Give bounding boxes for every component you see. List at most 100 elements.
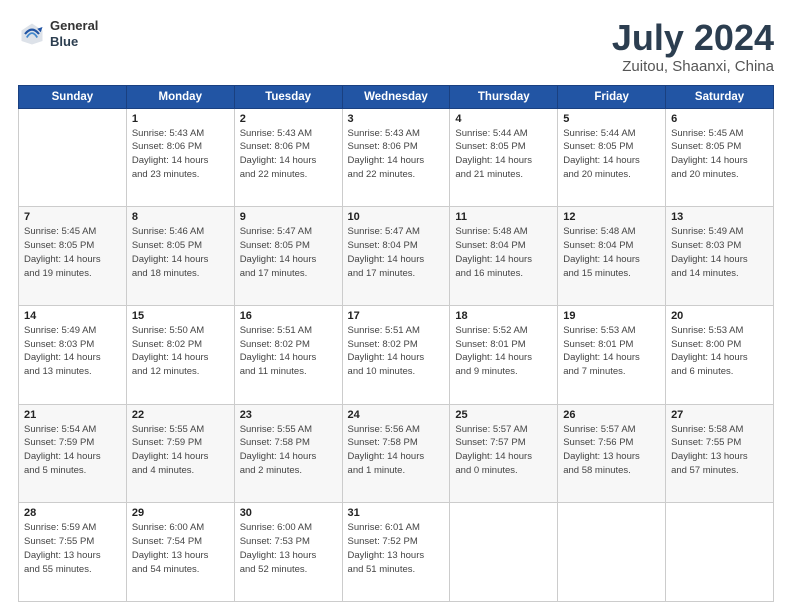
cell-info: Sunrise: 5:50 AM Sunset: 8:02 PM Dayligh… bbox=[132, 324, 229, 379]
calendar-cell: 13 Sunrise: 5:49 AM Sunset: 8:03 PM Dayli… bbox=[666, 207, 774, 306]
day-number: 23 bbox=[240, 409, 337, 421]
cell-info: Sunrise: 5:49 AM Sunset: 8:03 PM Dayligh… bbox=[671, 225, 768, 280]
calendar-cell: 20 Sunrise: 5:53 AM Sunset: 8:00 PM Dayli… bbox=[666, 305, 774, 404]
weekday-header-monday: Monday bbox=[126, 85, 234, 108]
day-number: 2 bbox=[240, 113, 337, 125]
calendar-cell: 18Sunrise: 5:52 AM Sunset: 8:01 PM Dayli… bbox=[450, 305, 558, 404]
day-number: 13 bbox=[671, 211, 768, 223]
cell-info: Sunrise: 5:46 AM Sunset: 8:05 PM Dayligh… bbox=[132, 225, 229, 280]
day-number: 30 bbox=[240, 507, 337, 519]
day-number: 9 bbox=[240, 211, 337, 223]
calendar-cell: 21Sunrise: 5:54 AM Sunset: 7:59 PM Dayli… bbox=[19, 404, 127, 503]
cell-info: Sunrise: 5:53 AM Sunset: 8:01 PM Dayligh… bbox=[563, 324, 660, 379]
day-number: 18 bbox=[455, 310, 552, 322]
cell-info: Sunrise: 5:45 AM Sunset: 8:05 PM Dayligh… bbox=[24, 225, 121, 280]
calendar-cell: 14Sunrise: 5:49 AM Sunset: 8:03 PM Dayli… bbox=[19, 305, 127, 404]
cell-info: Sunrise: 5:47 AM Sunset: 8:05 PM Dayligh… bbox=[240, 225, 337, 280]
calendar-cell: 19 Sunrise: 5:53 AM Sunset: 8:01 PM Dayli… bbox=[558, 305, 666, 404]
cell-info: Sunrise: 5:51 AM Sunset: 8:02 PM Dayligh… bbox=[348, 324, 445, 379]
calendar-page: General Blue July 2024 Zuitou, Shaanxi, … bbox=[0, 0, 792, 612]
day-number: 25 bbox=[455, 409, 552, 421]
calendar-cell: 24 Sunrise: 5:56 AM Sunset: 7:58 PM Dayli… bbox=[342, 404, 450, 503]
header: General Blue July 2024 Zuitou, Shaanxi, … bbox=[18, 18, 774, 75]
logo-line1: General bbox=[50, 18, 98, 34]
cell-info: Sunrise: 6:00 AM Sunset: 7:54 PM Dayligh… bbox=[132, 521, 229, 576]
day-number: 12 bbox=[563, 211, 660, 223]
calendar-cell: 7 Sunrise: 5:45 AM Sunset: 8:05 PM Daylig… bbox=[19, 207, 127, 306]
calendar-cell bbox=[666, 503, 774, 602]
calendar-cell: 3Sunrise: 5:43 AM Sunset: 8:06 PM Daylig… bbox=[342, 108, 450, 207]
calendar-table: SundayMondayTuesdayWednesdayThursdayFrid… bbox=[18, 85, 774, 602]
calendar-week-row: 14Sunrise: 5:49 AM Sunset: 8:03 PM Dayli… bbox=[19, 305, 774, 404]
cell-info: Sunrise: 5:56 AM Sunset: 7:58 PM Dayligh… bbox=[348, 423, 445, 478]
cell-info: Sunrise: 5:53 AM Sunset: 8:00 PM Dayligh… bbox=[671, 324, 768, 379]
calendar-cell: 22 Sunrise: 5:55 AM Sunset: 7:59 PM Dayli… bbox=[126, 404, 234, 503]
cell-info: Sunrise: 5:49 AM Sunset: 8:03 PM Dayligh… bbox=[24, 324, 121, 379]
calendar-cell: 12Sunrise: 5:48 AM Sunset: 8:04 PM Dayli… bbox=[558, 207, 666, 306]
calendar-cell: 2 Sunrise: 5:43 AM Sunset: 8:06 PM Daylig… bbox=[234, 108, 342, 207]
main-title: July 2024 bbox=[612, 18, 774, 58]
cell-info: Sunrise: 5:44 AM Sunset: 8:05 PM Dayligh… bbox=[455, 127, 552, 182]
day-number: 6 bbox=[671, 113, 768, 125]
calendar-cell: 5Sunrise: 5:44 AM Sunset: 8:05 PM Daylig… bbox=[558, 108, 666, 207]
weekday-header-saturday: Saturday bbox=[666, 85, 774, 108]
calendar-week-row: 28 Sunrise: 5:59 AM Sunset: 7:55 PM Dayli… bbox=[19, 503, 774, 602]
logo-text: General Blue bbox=[50, 18, 98, 49]
cell-info: Sunrise: 5:45 AM Sunset: 8:05 PM Dayligh… bbox=[671, 127, 768, 182]
calendar-cell: 11Sunrise: 5:48 AM Sunset: 8:04 PM Dayli… bbox=[450, 207, 558, 306]
day-number: 24 bbox=[348, 409, 445, 421]
weekday-header-sunday: Sunday bbox=[19, 85, 127, 108]
cell-info: Sunrise: 5:48 AM Sunset: 8:04 PM Dayligh… bbox=[455, 225, 552, 280]
calendar-cell: 27Sunrise: 5:58 AM Sunset: 7:55 PM Dayli… bbox=[666, 404, 774, 503]
weekday-header-tuesday: Tuesday bbox=[234, 85, 342, 108]
calendar-week-row: 1 Sunrise: 5:43 AM Sunset: 8:06 PM Daylig… bbox=[19, 108, 774, 207]
day-number: 19 bbox=[563, 310, 660, 322]
calendar-cell bbox=[450, 503, 558, 602]
calendar-cell: 9 Sunrise: 5:47 AM Sunset: 8:05 PM Daylig… bbox=[234, 207, 342, 306]
calendar-cell: 25Sunrise: 5:57 AM Sunset: 7:57 PM Dayli… bbox=[450, 404, 558, 503]
calendar-cell bbox=[558, 503, 666, 602]
cell-info: Sunrise: 5:59 AM Sunset: 7:55 PM Dayligh… bbox=[24, 521, 121, 576]
day-number: 22 bbox=[132, 409, 229, 421]
day-number: 17 bbox=[348, 310, 445, 322]
cell-info: Sunrise: 5:43 AM Sunset: 8:06 PM Dayligh… bbox=[348, 127, 445, 182]
calendar-week-row: 7 Sunrise: 5:45 AM Sunset: 8:05 PM Daylig… bbox=[19, 207, 774, 306]
day-number: 7 bbox=[24, 211, 121, 223]
day-number: 4 bbox=[455, 113, 552, 125]
cell-info: Sunrise: 5:54 AM Sunset: 7:59 PM Dayligh… bbox=[24, 423, 121, 478]
title-block: July 2024 Zuitou, Shaanxi, China bbox=[612, 18, 774, 75]
day-number: 8 bbox=[132, 211, 229, 223]
calendar-cell: 16Sunrise: 5:51 AM Sunset: 8:02 PM Dayli… bbox=[234, 305, 342, 404]
cell-info: Sunrise: 5:55 AM Sunset: 7:59 PM Dayligh… bbox=[132, 423, 229, 478]
cell-info: Sunrise: 5:43 AM Sunset: 8:06 PM Dayligh… bbox=[240, 127, 337, 182]
calendar-cell: 1 Sunrise: 5:43 AM Sunset: 8:06 PM Daylig… bbox=[126, 108, 234, 207]
calendar-cell: 17 Sunrise: 5:51 AM Sunset: 8:02 PM Dayli… bbox=[342, 305, 450, 404]
calendar-cell: 31 Sunrise: 6:01 AM Sunset: 7:52 PM Dayli… bbox=[342, 503, 450, 602]
subtitle: Zuitou, Shaanxi, China bbox=[612, 58, 774, 75]
calendar-cell: 29Sunrise: 6:00 AM Sunset: 7:54 PM Dayli… bbox=[126, 503, 234, 602]
calendar-cell: 23 Sunrise: 5:55 AM Sunset: 7:58 PM Dayli… bbox=[234, 404, 342, 503]
calendar-week-row: 21Sunrise: 5:54 AM Sunset: 7:59 PM Dayli… bbox=[19, 404, 774, 503]
day-number: 28 bbox=[24, 507, 121, 519]
day-number: 15 bbox=[132, 310, 229, 322]
calendar-cell bbox=[19, 108, 127, 207]
cell-info: Sunrise: 5:51 AM Sunset: 8:02 PM Dayligh… bbox=[240, 324, 337, 379]
calendar-cell: 15 Sunrise: 5:50 AM Sunset: 8:02 PM Dayli… bbox=[126, 305, 234, 404]
weekday-header-row: SundayMondayTuesdayWednesdayThursdayFrid… bbox=[19, 85, 774, 108]
day-number: 1 bbox=[132, 113, 229, 125]
calendar-cell: 4 Sunrise: 5:44 AM Sunset: 8:05 PM Daylig… bbox=[450, 108, 558, 207]
weekday-header-wednesday: Wednesday bbox=[342, 85, 450, 108]
cell-info: Sunrise: 5:44 AM Sunset: 8:05 PM Dayligh… bbox=[563, 127, 660, 182]
cell-info: Sunrise: 5:43 AM Sunset: 8:06 PM Dayligh… bbox=[132, 127, 229, 182]
day-number: 31 bbox=[348, 507, 445, 519]
weekday-header-thursday: Thursday bbox=[450, 85, 558, 108]
day-number: 20 bbox=[671, 310, 768, 322]
cell-info: Sunrise: 5:55 AM Sunset: 7:58 PM Dayligh… bbox=[240, 423, 337, 478]
cell-info: Sunrise: 6:01 AM Sunset: 7:52 PM Dayligh… bbox=[348, 521, 445, 576]
logo-line2: Blue bbox=[50, 34, 98, 50]
calendar-cell: 8 Sunrise: 5:46 AM Sunset: 8:05 PM Daylig… bbox=[126, 207, 234, 306]
day-number: 27 bbox=[671, 409, 768, 421]
calendar-cell: 10Sunrise: 5:47 AM Sunset: 8:04 PM Dayli… bbox=[342, 207, 450, 306]
day-number: 26 bbox=[563, 409, 660, 421]
calendar-cell: 26Sunrise: 5:57 AM Sunset: 7:56 PM Dayli… bbox=[558, 404, 666, 503]
